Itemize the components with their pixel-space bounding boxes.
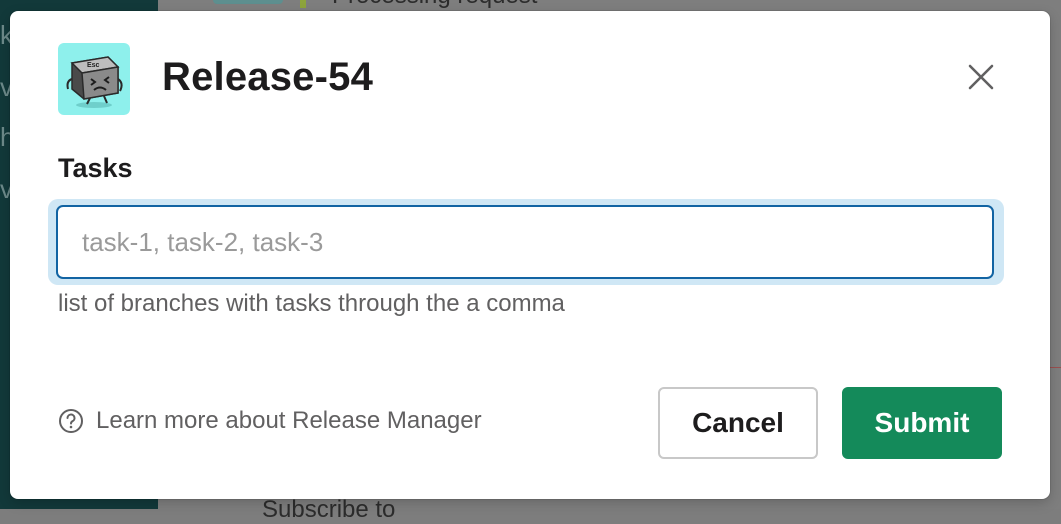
learn-more-link[interactable]: Learn more about Release Manager (58, 407, 482, 435)
background-avatar (213, 0, 283, 4)
submit-button[interactable]: Submit (842, 387, 1002, 459)
close-button[interactable] (960, 56, 1002, 98)
release-modal: Esc Release-54 Tasks list of branches wi… (10, 11, 1050, 499)
app-icon-key-label: Esc (87, 62, 100, 69)
learn-more-label: Learn more about Release Manager (96, 407, 482, 434)
background-divider (1049, 367, 1061, 368)
cancel-button[interactable]: Cancel (658, 387, 818, 459)
background-message-text: Processing request (332, 0, 537, 10)
modal-title: Release-54 (162, 55, 374, 99)
tasks-label: Tasks (58, 153, 133, 183)
tasks-hint: list of branches with tasks through the … (58, 290, 565, 317)
close-icon (968, 64, 994, 90)
background-accent-bar (300, 0, 306, 8)
esc-key-mascot-icon: Esc (58, 43, 130, 115)
tasks-input[interactable] (56, 205, 994, 279)
question-circle-icon (59, 409, 83, 433)
background-bottom-text: Subscribe to (262, 496, 396, 523)
